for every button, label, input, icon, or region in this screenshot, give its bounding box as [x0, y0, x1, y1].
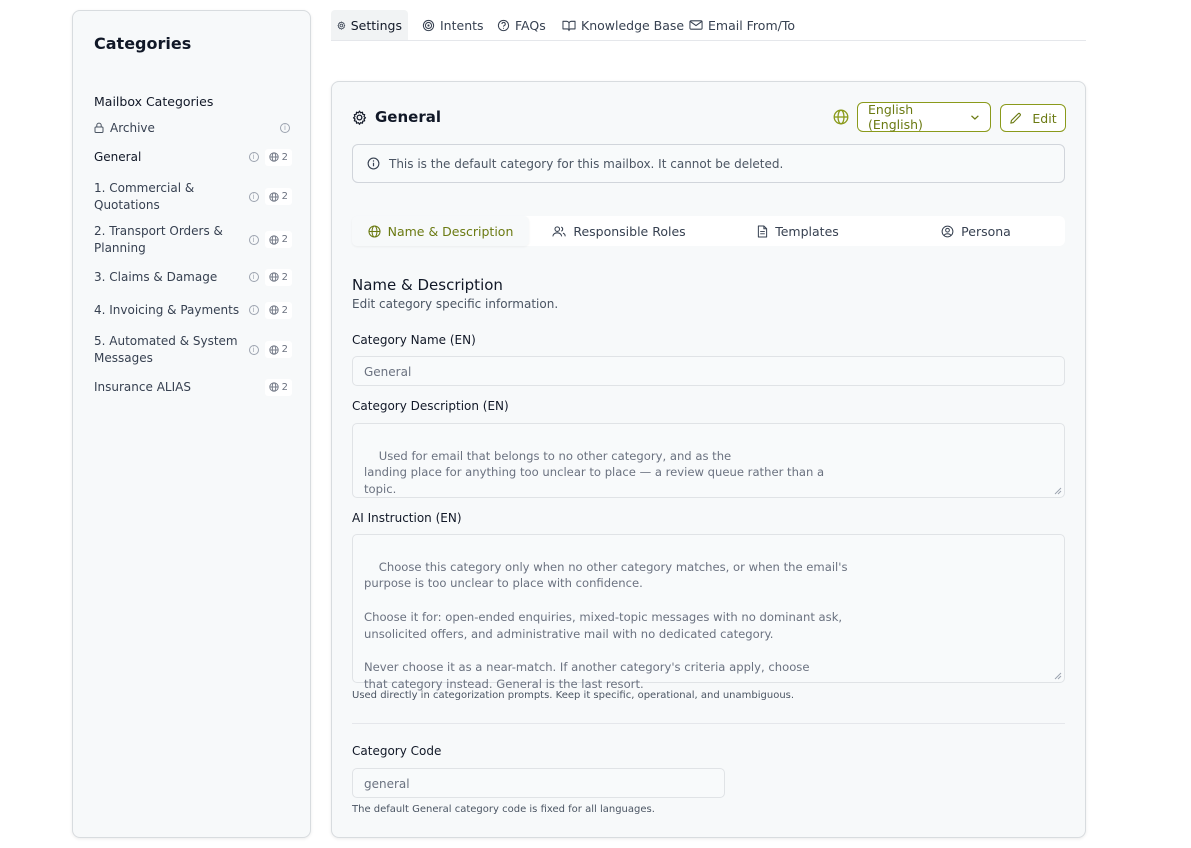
tab-label: Intents: [440, 17, 484, 33]
divider: [352, 723, 1065, 724]
users-icon: [552, 225, 566, 236]
sidebar-item-label: 2. Transport Orders & Planning: [94, 224, 223, 255]
sidebar-item-insurance-alias[interactable]: Insurance ALIAS 2: [94, 378, 292, 396]
gear-icon: [337, 20, 346, 30]
ai-instruction-help: Used directly in categorization prompts.…: [352, 690, 795, 701]
tab-responsible-roles[interactable]: Responsible Roles: [530, 216, 708, 246]
top-tab-bar: Settings Intents FAQs Knowledge Base Ema…: [331, 10, 1086, 41]
tab-templates[interactable]: Templates: [709, 216, 887, 246]
category-subtabs: Name & Description Responsible Roles Tem…: [352, 216, 1065, 246]
info-icon[interactable]: i: [248, 234, 259, 245]
sidebar-item-label: 1. Commercial & Quotations: [94, 181, 195, 212]
sidebar-item-claims[interactable]: 3. Claims & Damage i 2: [94, 268, 292, 286]
document-icon: [758, 224, 768, 238]
section-title: Name & Description: [352, 276, 503, 294]
sidebar-item-label: General: [94, 150, 142, 164]
language-count-badge: 2: [264, 148, 292, 166]
category-description-label: Category Description (EN): [352, 399, 509, 413]
edit-button[interactable]: Edit: [1000, 104, 1066, 132]
tab-faqs[interactable]: FAQs: [491, 10, 552, 40]
info-icon[interactable]: i: [248, 191, 259, 202]
gear-icon: [352, 109, 367, 125]
info-icon[interactable]: i: [248, 344, 259, 355]
resize-handle-icon[interactable]: [1054, 672, 1062, 680]
language-count-badge: 2: [264, 378, 292, 396]
globe-icon: [268, 344, 279, 355]
globe-icon[interactable]: [833, 109, 849, 125]
language-count-badge: 2: [264, 268, 292, 286]
globe-icon: [268, 305, 279, 315]
globe-icon: [368, 224, 381, 238]
tab-intents[interactable]: Intents: [416, 10, 490, 40]
language-count-badge: 2: [264, 301, 292, 319]
categories-sidebar: Categories Mailbox Categories Archive i …: [72, 10, 311, 838]
category-code-label: Category Code: [352, 744, 442, 758]
sidebar-item-label: 3. Claims & Damage: [94, 270, 218, 284]
ai-instruction-textarea[interactable]: Choose this category only when no other …: [352, 534, 1065, 691]
resize-handle-icon[interactable]: [1054, 487, 1062, 495]
default-category-notice: This is the default category for this ma…: [352, 144, 1065, 183]
sidebar-item-transport-orders[interactable]: 2. Transport Orders & Planning i 2: [94, 223, 292, 256]
chevron-down-icon: [971, 114, 979, 120]
category-name-input[interactable]: General: [352, 356, 1065, 386]
info-icon[interactable]: i: [248, 305, 259, 316]
language-count-badge: 2: [264, 231, 292, 248]
globe-icon: [268, 152, 279, 162]
language-select[interactable]: English (English): [857, 102, 991, 132]
sidebar-item-automated-messages[interactable]: 5. Automated & System Messages i 2: [94, 333, 292, 366]
tab-label: FAQs: [515, 17, 546, 33]
book-open-icon: [562, 20, 576, 31]
tab-label: Knowledge Base: [581, 17, 685, 33]
mail-icon: [689, 20, 703, 30]
globe-icon: [268, 234, 279, 245]
sidebar-item-label: 4. Invoicing & Payments: [94, 303, 240, 317]
globe-icon: [268, 191, 279, 202]
category-code-input[interactable]: general: [352, 768, 725, 798]
target-icon: [422, 19, 435, 31]
sidebar-item-archive[interactable]: Archive i: [94, 120, 292, 137]
tab-email-from-to[interactable]: Email From/To: [683, 10, 801, 40]
info-icon[interactable]: i: [280, 123, 290, 134]
tab-persona[interactable]: Persona: [887, 216, 1065, 246]
tab-label: Settings: [350, 17, 402, 33]
language-count-badge: 2: [264, 341, 292, 358]
sidebar-item-label: 5. Automated & System Messages: [94, 334, 238, 365]
pencil-icon: [1010, 112, 1022, 124]
sidebar-title: Categories: [94, 34, 192, 53]
lock-icon: [94, 122, 104, 133]
globe-icon: [268, 272, 279, 282]
sidebar-item-commercial[interactable]: 1. Commercial & Quotations i 2: [94, 180, 292, 213]
sidebar-item-invoicing[interactable]: 4. Invoicing & Payments i 2: [94, 301, 292, 319]
tab-knowledge-base[interactable]: Knowledge Base: [556, 10, 690, 40]
sidebar-item-label: Insurance ALIAS: [94, 380, 191, 394]
category-name-label: Category Name (EN): [352, 333, 476, 347]
info-icon[interactable]: i: [248, 272, 259, 283]
language-count-badge: 2: [264, 188, 292, 205]
category-description-textarea[interactable]: Used for email that belongs to no other …: [352, 423, 1065, 498]
globe-icon: [268, 382, 279, 392]
category-settings-card: General English (English) Edit This is t…: [331, 81, 1086, 838]
sidebar-item-general[interactable]: General i 2: [94, 148, 292, 166]
tab-label: Email From/To: [708, 17, 795, 33]
info-icon: [367, 157, 380, 170]
ai-instruction-label: AI Instruction (EN): [352, 511, 462, 525]
mailbox-categories-heading: Mailbox Categories: [94, 94, 214, 109]
question-circle-icon: [497, 19, 510, 31]
section-subtitle: Edit category specific information.: [352, 297, 559, 311]
tab-name-description[interactable]: Name & Description: [352, 216, 529, 246]
tab-settings[interactable]: Settings: [331, 10, 408, 40]
user-circle-icon: [941, 225, 954, 237]
card-title: General: [352, 108, 441, 126]
category-code-help: The default General category code is fix…: [352, 804, 655, 815]
info-icon[interactable]: i: [248, 152, 259, 163]
sidebar-item-label: Archive: [110, 121, 155, 135]
